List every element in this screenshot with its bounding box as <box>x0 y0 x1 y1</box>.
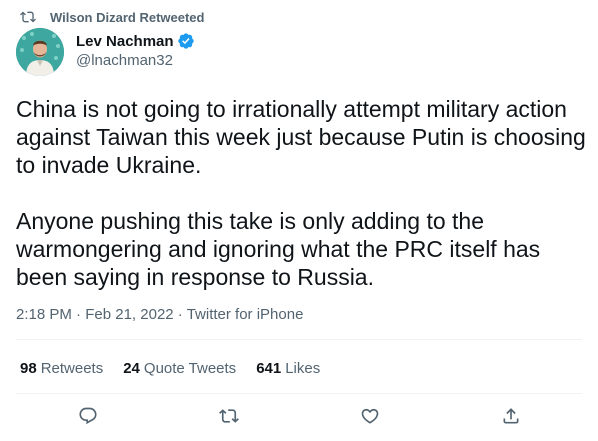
retweet-icon <box>20 9 36 25</box>
retweet-icon <box>219 409 239 423</box>
avatar[interactable] <box>16 28 64 76</box>
like-icon <box>361 408 379 424</box>
tweet-time[interactable]: 2:18 PM <box>16 306 72 323</box>
meta-separator: · <box>76 306 82 323</box>
retweet-button[interactable] <box>218 405 240 427</box>
divider <box>16 393 582 394</box>
tweet-stats: 98 Retweets 24 Quote Tweets 641 Likes <box>20 360 340 377</box>
tweet-source[interactable]: Twitter for iPhone <box>187 306 304 323</box>
quote-tweets-label: Quote Tweets <box>143 360 237 377</box>
share-icon <box>503 408 519 424</box>
quote-tweets-stat[interactable]: 24 Quote Tweets <box>123 360 236 377</box>
author-block[interactable]: Lev Nachman @lnachman32 <box>76 31 195 69</box>
action-bar <box>0 405 598 431</box>
likes-stat[interactable]: 641 Likes <box>256 360 320 377</box>
author-name[interactable]: Lev Nachman <box>76 33 174 50</box>
retweets-stat[interactable]: 98 Retweets <box>20 360 103 377</box>
likes-count: 641 <box>256 360 282 377</box>
reply-icon <box>79 407 97 425</box>
retweeted-by-label: Wilson Dizard Retweeted <box>50 9 205 25</box>
author-handle[interactable]: @lnachman32 <box>76 52 195 69</box>
retweets-label: Retweets <box>40 360 104 377</box>
likes-label: Likes <box>285 360 321 377</box>
verified-badge-icon <box>177 32 195 50</box>
like-button[interactable] <box>359 405 381 427</box>
reply-button[interactable] <box>77 405 99 427</box>
divider <box>16 339 582 340</box>
tweet-meta: 2:18 PM · Feb 21, 2022 · Twitter for iPh… <box>16 306 303 323</box>
tweet-date[interactable]: Feb 21, 2022 <box>85 306 173 323</box>
share-button[interactable] <box>500 405 522 427</box>
retweets-count: 98 <box>20 360 37 377</box>
tweet-text: China is not going to irrationally attem… <box>16 95 586 291</box>
quote-tweets-count: 24 <box>123 360 140 377</box>
retweeted-by[interactable]: Wilson Dizard Retweeted <box>20 8 204 26</box>
tweet-paragraph: China is not going to irrationally attem… <box>16 96 586 178</box>
meta-separator: · <box>177 306 183 323</box>
tweet-paragraph: Anyone pushing this take is only adding … <box>16 208 541 290</box>
